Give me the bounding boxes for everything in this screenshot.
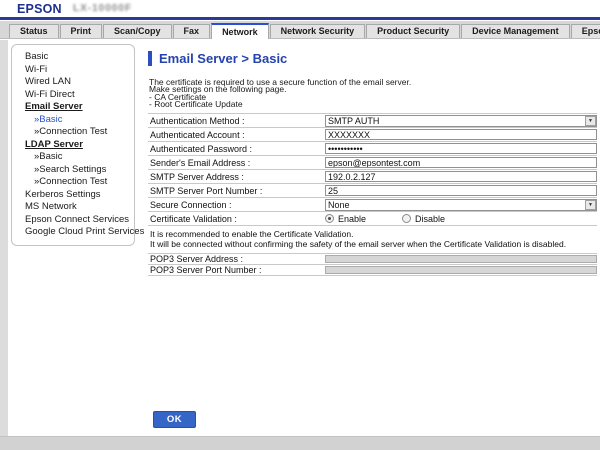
pop3-address-row: POP3 Server Address : [148, 254, 597, 265]
pop3-port-label: POP3 Server Port Number : [148, 265, 325, 275]
auth-method-value: SMTP AUTH [326, 116, 379, 126]
app-header: EPSON LX-10000F [0, 0, 600, 17]
left-gutter [0, 40, 8, 436]
cert-validation-radio-group: Enable Disable [325, 214, 481, 224]
bottom-status-bar [0, 436, 600, 450]
secure-connection-label: Secure Connection : [148, 200, 325, 210]
disable-radio-label: Disable [415, 214, 445, 224]
auth-account-input[interactable] [325, 129, 597, 140]
note-line: It will be connected without confirming … [150, 239, 597, 249]
sidebar-item-basic[interactable]: »Basic [25, 114, 130, 127]
enable-radio-label: Enable [338, 214, 366, 224]
auth-account-label: Authenticated Account : [148, 130, 325, 140]
disable-radio[interactable] [402, 214, 411, 223]
secure-connection-value: None [326, 200, 350, 210]
sidebar-item-ms-network[interactable]: MS Network [25, 201, 130, 214]
smtp-address-input[interactable] [325, 171, 597, 182]
auth-password-input[interactable] [325, 143, 597, 154]
sidebar-item-google-cloud-print-services[interactable]: Google Cloud Print Services [25, 226, 130, 239]
tab-network[interactable]: Network [211, 23, 269, 39]
header-divider [0, 17, 600, 20]
printer-model-blurred: LX-10000F [73, 3, 132, 14]
auth-method-select[interactable]: SMTP AUTH ▼ [325, 115, 597, 127]
smtp-address-label: SMTP Server Address : [148, 172, 325, 182]
enable-radio[interactable] [325, 214, 334, 223]
sidebar-item-connection-test[interactable]: »Connection Test [25, 126, 130, 139]
sidebar-item-basic[interactable]: »Basic [25, 151, 130, 164]
sidebar-item-connection-test[interactable]: »Connection Test [25, 176, 130, 189]
cert-validation-label: Certificate Validation : [148, 214, 325, 224]
sidebar-item-wired-lan[interactable]: Wired LAN [25, 76, 130, 89]
tab-device-management[interactable]: Device Management [461, 24, 570, 38]
auth-password-row: Authenticated Password : [148, 142, 597, 156]
tab-epson-open-platform[interactable]: Epson Open Platform [571, 24, 600, 38]
secure-connection-select[interactable]: None ▼ [325, 199, 597, 211]
sidebar-nav: BasicWi-FiWired LANWi-Fi DirectEmail Ser… [11, 44, 135, 246]
page-description: The certificate is required to use a sec… [149, 79, 411, 109]
sidebar-item-ldap-server[interactable]: LDAP Server [25, 139, 130, 152]
sidebar-item-wi-fi[interactable]: Wi-Fi [25, 64, 130, 77]
auth-method-label: Authentication Method : [148, 116, 325, 126]
secure-connection-row: Secure Connection : None ▼ [148, 198, 597, 212]
smtp-address-row: SMTP Server Address : [148, 170, 597, 184]
tab-fax[interactable]: Fax [173, 24, 211, 38]
ok-button[interactable]: OK [153, 411, 196, 428]
epson-logo: EPSON [17, 2, 62, 16]
sidebar-item-wi-fi-direct[interactable]: Wi-Fi Direct [25, 89, 130, 102]
pop3-address-input [325, 255, 597, 263]
sidebar-item-kerberos-settings[interactable]: Kerberos Settings [25, 189, 130, 202]
tab-status[interactable]: Status [9, 24, 59, 38]
sender-email-label: Sender's Email Address : [148, 158, 325, 168]
auth-password-label: Authenticated Password : [148, 144, 325, 154]
pop3-port-row: POP3 Server Port Number : [148, 265, 597, 276]
pop3-address-label: POP3 Server Address : [148, 254, 325, 264]
pop3-port-input [325, 266, 597, 274]
note-line: It is recommended to enable the Certific… [150, 229, 597, 239]
description-line: - Root Certificate Update [149, 101, 411, 108]
sidebar-item-basic[interactable]: Basic [25, 51, 130, 64]
sender-email-input[interactable] [325, 157, 597, 168]
smtp-port-input[interactable] [325, 185, 597, 196]
tab-print[interactable]: Print [60, 24, 103, 38]
chevron-down-icon: ▼ [585, 116, 596, 126]
smtp-port-label: SMTP Server Port Number : [148, 186, 325, 196]
tab-bar: StatusPrintScan/CopyFaxNetworkNetwork Se… [0, 21, 600, 39]
main-content: Email Server > Basic The certificate is … [148, 46, 598, 436]
chevron-down-icon: ▼ [585, 200, 596, 210]
sidebar-item-epson-connect-services[interactable]: Epson Connect Services [25, 214, 130, 227]
auth-method-row: Authentication Method : SMTP AUTH ▼ [148, 114, 597, 128]
tab-scan-copy[interactable]: Scan/Copy [103, 24, 172, 38]
auth-account-row: Authenticated Account : [148, 128, 597, 142]
sender-email-row: Sender's Email Address : [148, 156, 597, 170]
cert-validation-row: Certificate Validation : Enable Disable [148, 212, 597, 226]
tab-network-security[interactable]: Network Security [270, 24, 366, 38]
sidebar-item-email-server[interactable]: Email Server [25, 101, 130, 114]
page-title: Email Server > Basic [159, 51, 287, 66]
smtp-port-row: SMTP Server Port Number : [148, 184, 597, 198]
title-accent-bar [148, 51, 152, 66]
sidebar-item-search-settings[interactable]: »Search Settings [25, 164, 130, 177]
email-settings-form: Authentication Method : SMTP AUTH ▼ Auth… [148, 113, 597, 276]
tab-product-security[interactable]: Product Security [366, 24, 460, 38]
cert-validation-note: It is recommended to enable the Certific… [148, 226, 597, 254]
page-title-row: Email Server > Basic [148, 51, 287, 66]
